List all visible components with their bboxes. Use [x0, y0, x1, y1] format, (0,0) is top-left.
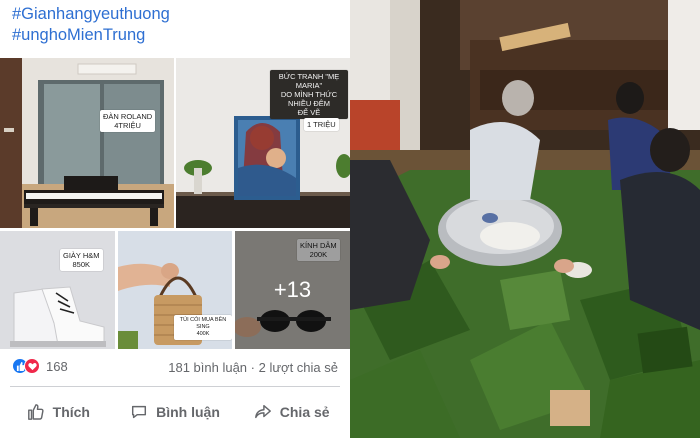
love-icon	[24, 358, 40, 374]
post-meta: 181 bình luận · 2 lượt chia sẻ	[168, 360, 338, 375]
price-tag: GIÀY H&M 850K	[60, 249, 103, 271]
facebook-post: #Gianhangyeuthuong #unghoMienTrung ĐÀN R…	[0, 0, 350, 438]
shares-count-link[interactable]: 2 lượt chia sẻ	[259, 360, 338, 375]
share-button[interactable]: Chia sẻ	[233, 392, 350, 432]
photo-banh-chung-wrapping	[350, 0, 700, 438]
comment-button[interactable]: Bình luận	[117, 392, 234, 432]
price-tag: TÚI CÓI MUA BÊN SING 400K	[174, 315, 232, 340]
photo-piano[interactable]: ĐÀN ROLAND 4TRIỆU	[0, 58, 174, 228]
price-tag: ĐÀN ROLAND 4TRIỆU	[100, 110, 156, 132]
comments-count-link[interactable]: 181 bình luận	[168, 360, 247, 375]
comment-button-label: Bình luận	[156, 404, 220, 420]
hashtag-link[interactable]: #Gianhangyeuthuong	[12, 4, 170, 25]
wrapping-scene-illustration	[350, 0, 700, 438]
photo-shoes[interactable]: GIÀY H&M 850K	[0, 231, 115, 349]
more-photos-count: +13	[273, 277, 312, 302]
share-icon	[254, 404, 271, 419]
like-button-label: Thích	[52, 404, 90, 420]
photo-bag[interactable]: TÚI CÓI MUA BÊN SING 400K	[118, 231, 232, 349]
like-button[interactable]: Thích	[0, 392, 117, 432]
divider	[10, 386, 340, 387]
reaction-count: 168	[46, 358, 68, 374]
piano-room-illustration	[0, 58, 174, 228]
reactions-summary[interactable]: 168	[12, 358, 68, 374]
price-tag: 1 TRIỆU	[304, 118, 339, 131]
post-hashtags: #Gianhangyeuthuong #unghoMienTrung	[12, 4, 170, 46]
photo-painting[interactable]: BỨC TRANH "MẸ MARIA" DO MÌNH THỨC NHIỀU …	[176, 58, 350, 228]
post-action-bar: Thích Bình luận Chia sẻ	[0, 392, 350, 432]
photo-sunglasses[interactable]: KÍNH DÂM 200K +13	[235, 231, 350, 349]
thumbs-up-icon	[27, 404, 44, 420]
share-button-label: Chia sẻ	[279, 404, 330, 420]
meta-separator: ·	[250, 360, 255, 375]
comment-icon	[132, 405, 147, 419]
painting-title-tag: BỨC TRANH "MẸ MARIA" DO MÌNH THỨC NHIỀU …	[270, 70, 348, 119]
more-photos-overlay[interactable]: +13	[235, 231, 350, 349]
hashtag-link[interactable]: #unghoMienTrung	[12, 25, 170, 46]
